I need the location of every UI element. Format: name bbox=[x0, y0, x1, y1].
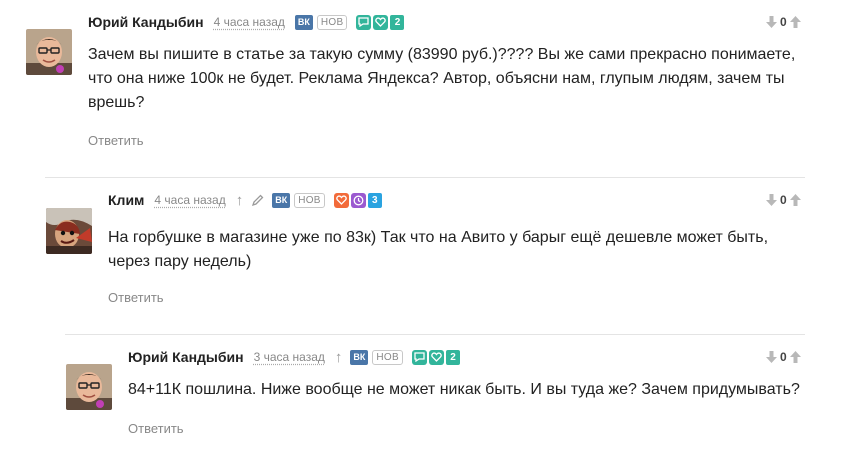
avatar-klim bbox=[46, 208, 92, 254]
arrow-up-icon[interactable] bbox=[789, 194, 801, 206]
parent-link-icon[interactable]: ↑ bbox=[335, 350, 343, 365]
comment-time[interactable]: 4 часа назад bbox=[214, 15, 285, 29]
author-name[interactable]: Юрий Кандыбин bbox=[128, 349, 244, 365]
badge-count: 2 bbox=[390, 14, 405, 30]
vk-icon[interactable]: ВК bbox=[294, 14, 313, 30]
vote-widget: 0 bbox=[766, 190, 801, 210]
new-badge: НОВ bbox=[372, 349, 403, 365]
divider bbox=[45, 177, 805, 178]
arrow-up-icon[interactable] bbox=[789, 351, 801, 363]
badge-count: 3 bbox=[367, 192, 382, 208]
comment-text: На горбушке в магазине уже по 83к) Так ч… bbox=[108, 229, 769, 270]
avatar[interactable] bbox=[66, 364, 112, 410]
new-badge: НОВ bbox=[294, 192, 325, 208]
arrow-down-icon[interactable] bbox=[766, 351, 777, 363]
divider bbox=[65, 334, 805, 335]
heart-icon bbox=[428, 349, 444, 365]
reply-button[interactable]: Ответить bbox=[128, 421, 184, 436]
vote-widget: 0 bbox=[766, 347, 801, 367]
vk-icon[interactable]: ВК bbox=[350, 349, 369, 365]
user-badges: 2 bbox=[411, 349, 460, 365]
new-badge: НОВ bbox=[316, 14, 348, 30]
reply-button[interactable]: Ответить bbox=[108, 290, 164, 305]
avatar-yuri bbox=[66, 364, 112, 410]
comment-icon bbox=[356, 14, 372, 30]
user-badges: 3 bbox=[333, 192, 382, 208]
comment-time[interactable]: 4 часа назад bbox=[154, 193, 225, 207]
vk-icon[interactable]: ВК bbox=[272, 192, 291, 208]
vote-score: 0 bbox=[780, 15, 787, 29]
heart-icon bbox=[333, 192, 349, 208]
parent-link-icon[interactable]: ↑ bbox=[236, 193, 244, 208]
author-name[interactable]: Юрий Кандыбин bbox=[88, 14, 204, 30]
comment-meta: Юрий Кандыбин 3 часа назад ↑ ВК НОВ 2 bbox=[128, 347, 460, 367]
author-name[interactable]: Клим bbox=[108, 192, 144, 208]
comment-icon bbox=[411, 349, 427, 365]
vote-score: 0 bbox=[780, 350, 787, 364]
heart-icon bbox=[373, 14, 389, 30]
comment-meta: Клим 4 часа назад ↑ ВК НОВ 3 bbox=[108, 190, 382, 210]
user-badges: 2 bbox=[356, 14, 405, 30]
avatar[interactable] bbox=[26, 29, 72, 75]
reply-button[interactable]: Ответить bbox=[88, 133, 144, 148]
arrow-down-icon[interactable] bbox=[766, 16, 777, 28]
comment-text: Зачем вы пишите в статье за такую сумму … bbox=[88, 46, 796, 111]
vote-score: 0 bbox=[780, 193, 787, 207]
arrow-down-icon[interactable] bbox=[766, 194, 777, 206]
avatar[interactable] bbox=[46, 208, 92, 254]
badge-count: 2 bbox=[445, 349, 460, 365]
comment-meta: Юрий Кандыбин 4 часа назад ВК НОВ 2 bbox=[88, 12, 405, 32]
pencil-icon[interactable] bbox=[252, 194, 264, 206]
vote-widget: 0 bbox=[766, 12, 801, 32]
avatar-yuri bbox=[26, 29, 72, 75]
arrow-up-icon[interactable] bbox=[789, 16, 801, 28]
clock-icon bbox=[350, 192, 366, 208]
comment-text: 84+11К пошлина. Ниже вообще не может ник… bbox=[128, 381, 800, 398]
comment-time[interactable]: 3 часа назад bbox=[254, 350, 325, 364]
